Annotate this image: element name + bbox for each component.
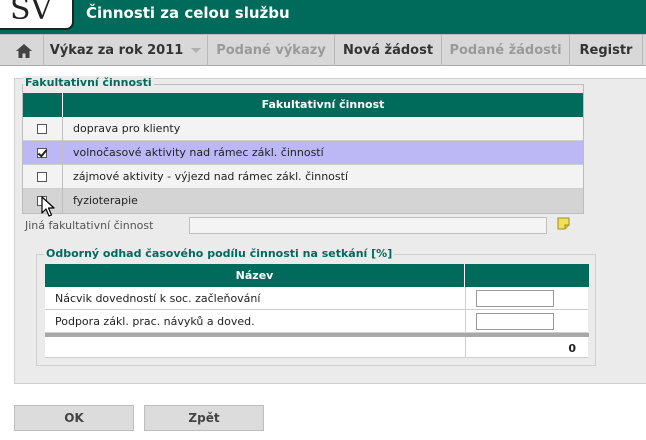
nav-nova-zadost-label: Nová žádost <box>342 43 434 58</box>
checkbox[interactable] <box>37 172 47 182</box>
fakultativni-row[interactable]: zájmové aktivity - výjezd nad rámec zákl… <box>23 165 583 189</box>
fakultativni-row[interactable]: doprava pro klienty <box>23 117 583 141</box>
nav-podane-vykazy: Podané výkazy <box>208 35 335 66</box>
back-button[interactable]: Zpět <box>144 405 264 431</box>
home-icon <box>15 43 32 58</box>
app-logo[interactable]: SV <box>0 0 74 30</box>
column-divider <box>465 310 466 333</box>
page-title: Činnosti za celou službu <box>86 4 290 22</box>
fakultativni-row-label: fyzioterapie <box>73 194 138 207</box>
nav-registr[interactable]: Registr <box>570 35 643 66</box>
checkbox-cell <box>23 117 63 141</box>
nazev-column-header: Název <box>45 264 465 287</box>
odhad-row-name: Podpora zákl. prac. návyků a doved. <box>55 315 255 328</box>
nav-nova-zadost[interactable]: Nová žádost <box>335 35 442 66</box>
fakultativni-row-label: zájmové aktivity - výjezd nad rámec zákl… <box>73 170 349 183</box>
fakultativni-row-selected[interactable]: volnočasové aktivity nad rámec zákl. čin… <box>23 141 583 165</box>
mouse-pointer-icon <box>41 196 55 217</box>
column-divider <box>465 337 466 358</box>
fakultativni-row-label: doprava pro klienty <box>73 122 181 135</box>
nav-podane-zadosti: Podané žádosti <box>442 35 570 66</box>
odhad-percent-input[interactable] <box>476 313 554 330</box>
odhad-row: Nácvik dovedností k soc. začleňování <box>45 287 588 310</box>
fakultativni-table-header: Fakultativní činnost <box>23 93 583 117</box>
nav-home[interactable] <box>4 35 44 66</box>
jina-cinnost-label: Jiná fakultativní činnost <box>25 219 154 232</box>
checkbox-column-header <box>23 93 63 117</box>
note-icon[interactable] <box>557 217 570 230</box>
column-divider <box>465 287 466 310</box>
nav-podane-zadosti-label: Podané žádosti <box>449 43 562 58</box>
odhad-percent-input[interactable] <box>476 290 554 307</box>
checkbox-cell <box>23 141 63 165</box>
jina-cinnost-input[interactable] <box>189 217 547 234</box>
nav-vykaz-label: Výkaz za rok 2011 <box>49 43 184 58</box>
odhad-total-row: 0 <box>45 337 588 358</box>
odhad-table-header: Název <box>45 264 589 287</box>
fakultativni-legend: Fakultativní činnosti <box>23 76 154 89</box>
checkbox[interactable] <box>37 124 47 134</box>
nav-podane-vykazy-label: Podané výkazy <box>216 43 326 58</box>
checkbox-cell <box>23 165 63 189</box>
main-nav: Výkaz za rok 2011 Podané výkazy Nová žád… <box>0 34 646 66</box>
app-header: SV Činnosti za celou službu <box>0 0 646 34</box>
nav-registr-label: Registr <box>579 43 633 58</box>
nav-vykaz[interactable]: Výkaz za rok 2011 <box>44 35 208 66</box>
odhad-row-name: Nácvik dovedností k soc. začleňování <box>55 292 261 305</box>
checkbox-checked[interactable] <box>37 148 47 158</box>
fakultativni-row-hover[interactable]: fyzioterapie <box>23 189 583 213</box>
fakultativni-row-label: volnočasové aktivity nad rámec zákl. čin… <box>73 146 324 159</box>
fakultativni-column-header: Fakultativní činnost <box>261 98 385 111</box>
ok-button[interactable]: OK <box>14 405 134 431</box>
logo-text: SV <box>10 0 53 27</box>
odhad-legend: Odborný odhad časového podílu činnosti n… <box>44 247 395 260</box>
chevron-down-icon[interactable] <box>191 48 202 53</box>
odhad-total-value: 0 <box>568 342 576 355</box>
odhad-row: Podpora zákl. prac. návyků a doved. <box>45 310 588 333</box>
